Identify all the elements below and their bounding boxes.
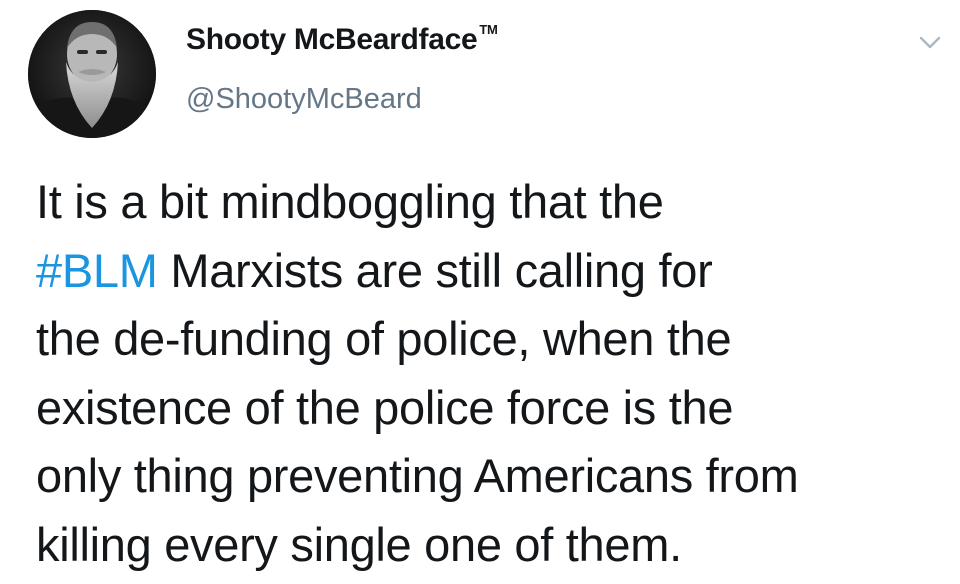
tweet-menu-button[interactable] bbox=[916, 32, 944, 54]
display-name-text: Shooty McBeardface bbox=[186, 23, 478, 56]
tweet-line: It is a bit mindboggling that the bbox=[36, 175, 664, 228]
trademark-mark: TM bbox=[479, 22, 498, 37]
tweet-card: Shooty McBeardface TM @ShootyMcBeard It i… bbox=[0, 0, 960, 584]
tweet-line: existence of the police force is the bbox=[36, 380, 734, 434]
tweet-line: the de-funding of police, when the bbox=[36, 312, 732, 365]
avatar-photo-icon bbox=[28, 10, 156, 138]
display-name[interactable]: Shooty McBeardface TM bbox=[186, 22, 498, 57]
tweet-line-text: Marxists are still calling for bbox=[157, 243, 713, 297]
tweet-line: killing every single one of them. bbox=[36, 517, 682, 571]
user-handle[interactable]: @ShootyMcBeard bbox=[186, 83, 422, 116]
avatar[interactable] bbox=[28, 10, 156, 138]
tweet-line: #BLM Marxists are still calling for bbox=[36, 237, 946, 306]
tweet-text: It is a bit mindboggling that the #BLM M… bbox=[36, 168, 946, 579]
chevron-down-icon bbox=[919, 36, 941, 49]
tweet-line: only thing preventing Americans from bbox=[36, 449, 799, 502]
hashtag-link[interactable]: #BLM bbox=[36, 244, 158, 297]
